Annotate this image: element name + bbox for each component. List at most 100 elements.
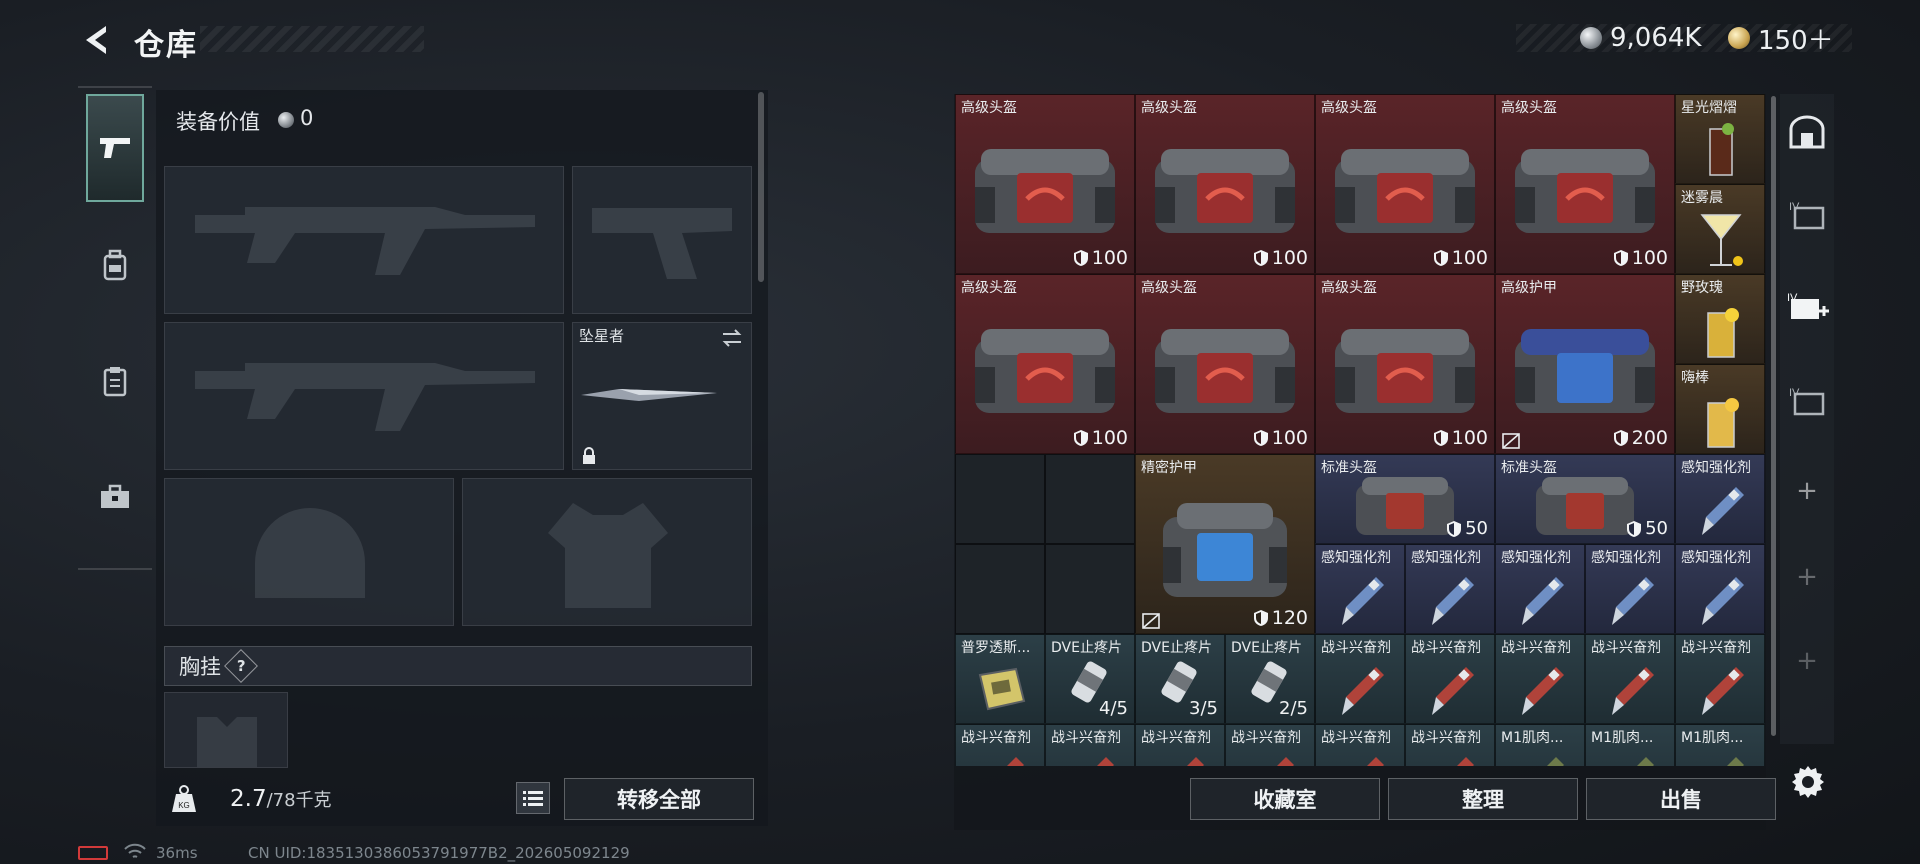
plus-icon[interactable]: + [1780,540,1834,614]
inventory-item[interactable]: 战斗兴奋剂 [1675,634,1765,724]
muscle-injector-icon [1637,757,1654,766]
nav-weapons[interactable] [86,94,144,202]
inventory-item[interactable]: 高级头盔 100 [1135,94,1315,274]
gear-icon[interactable] [1790,764,1826,800]
inventory-item[interactable]: 战斗兴奋剂 [955,724,1045,766]
organize-button[interactable]: 整理 [1388,778,1578,820]
plus-icon[interactable]: + [1780,624,1834,698]
injector-icon [1342,577,1384,625]
inventory-item[interactable]: 嗨棒 [1675,364,1765,454]
durability: 100 [1433,427,1488,449]
inventory-item[interactable]: 星光熠熠 [1675,94,1765,184]
equipment-scrollbar[interactable] [758,92,764,282]
inventory-item[interactable]: 战斗兴奋剂 [1315,634,1405,724]
gold-currency[interactable]: 150＋ [1728,24,1834,56]
inventory-item[interactable]: 高级头盔 100 [1315,274,1495,454]
inventory-item[interactable]: 感知强化剂 [1585,544,1675,634]
inventory-item[interactable]: 高级头盔 100 [1315,94,1495,274]
armor-slot[interactable] [462,478,752,626]
inventory-item[interactable]: 高级护甲 200 [1495,274,1675,454]
inventory-item[interactable]: 战斗兴奋剂 [1135,724,1225,766]
wifi-icon [124,843,146,858]
nav-toolbox[interactable] [86,468,144,526]
sidearm-slot[interactable] [572,166,752,314]
inventory-item[interactable]: 高级头盔 100 [1495,94,1675,274]
item-name: 感知强化剂 [1681,460,1751,476]
inventory-scrollbar[interactable] [1771,96,1776,736]
sell-button[interactable]: 出售 [1586,778,1776,820]
inventory-item[interactable]: 精密护甲 120 [1135,454,1315,634]
rail-container-4[interactable]: IV [1780,178,1834,252]
empty-slot[interactable] [955,544,1045,634]
inventory-item[interactable]: 战斗兴奋剂 [1495,634,1585,724]
inventory-item[interactable]: 标准头盔 50 [1315,454,1495,544]
helmet-case-icon [1356,477,1454,535]
inventory-item[interactable]: 战斗兴奋剂 [1585,634,1675,724]
inventory-item[interactable]: DVE止疼片 4/5 [1045,634,1135,724]
item-name: 战斗兴奋剂 [1591,640,1661,656]
helmet-case-icon [1155,149,1295,233]
injector-icon [1432,577,1474,625]
battery-icon [78,846,108,860]
inventory-item[interactable]: 战斗兴奋剂 [1225,724,1315,766]
inventory-item[interactable]: 迷雾晨 [1675,184,1765,274]
weight-readout: 2.7/78千克 [230,786,332,812]
nav-vest[interactable] [86,352,144,410]
inventory-item[interactable]: DVE止疼片 2/5 [1225,634,1315,724]
shield-icon [1073,250,1088,266]
injector-icon [1522,577,1564,625]
secondary-weapon-slot[interactable] [164,322,564,470]
inventory-item[interactable]: 普罗透斯... [955,634,1045,724]
silver-coin-icon [1580,27,1602,49]
item-name: 高级头盔 [961,100,1017,116]
inventory-item[interactable]: 战斗兴奋剂 [1405,634,1495,724]
item-name: 高级头盔 [961,280,1017,296]
chest-rig-slot[interactable] [164,692,288,768]
back-arrow-icon[interactable] [78,22,114,58]
rail-safe-box[interactable] [1780,96,1834,170]
durability: 100 [1433,247,1488,269]
inventory-item[interactable]: 战斗兴奋剂 [1405,724,1495,766]
inventory-item[interactable]: 感知强化剂 [1405,544,1495,634]
list-view-button[interactable] [516,782,550,814]
inventory-item[interactable]: M1肌肉... [1675,724,1765,766]
inventory-item[interactable]: 战斗兴奋剂 [1315,724,1405,766]
inventory-item[interactable]: 感知强化剂 [1495,544,1585,634]
no-insurance-icon [1142,613,1160,629]
inventory-item[interactable]: 高级头盔 100 [955,274,1135,454]
inventory-item[interactable]: 高级头盔 100 [955,94,1135,274]
item-name: M1肌肉... [1501,730,1564,746]
item-name: 战斗兴奋剂 [1501,640,1571,656]
shield-icon [1433,250,1448,266]
collection-room-button[interactable]: 收藏室 [1190,778,1380,820]
helmet-case-icon [975,329,1115,413]
transfer-all-button[interactable]: 转移全部 [564,778,754,820]
inventory-item[interactable]: 感知强化剂 [1675,454,1765,544]
empty-slot[interactable] [955,454,1045,544]
item-name: 高级头盔 [1141,100,1197,116]
inventory-item[interactable]: 感知强化剂 [1315,544,1405,634]
inventory-item[interactable]: 高级头盔 100 [1135,274,1315,454]
stim-injector-icon [1277,757,1294,766]
inventory-item[interactable]: DVE止疼片 3/5 [1135,634,1225,724]
inventory-item[interactable]: 标准头盔 50 [1495,454,1675,544]
rail-container-add[interactable]: IV [1780,270,1834,344]
list-icon [523,791,543,806]
plus-icon[interactable]: + [1780,454,1834,528]
inventory-item[interactable]: 野玫瑰 [1675,274,1765,364]
nav-backpack[interactable] [86,236,144,294]
melee-slot[interactable]: 坠星者 [572,322,752,470]
rail-container-4b[interactable]: IV [1780,364,1834,438]
swap-icon[interactable] [721,329,743,347]
primary-weapon-slot[interactable] [164,166,564,314]
shield-icon [1627,520,1642,537]
empty-slot[interactable] [1045,544,1135,634]
inventory-item[interactable]: M1肌肉... [1495,724,1585,766]
chest-help-icon[interactable]: ? [224,649,258,683]
inventory-item[interactable]: M1肌肉... [1585,724,1675,766]
helmet-slot[interactable] [164,478,454,626]
item-name: 感知强化剂 [1321,550,1391,566]
inventory-item[interactable]: 战斗兴奋剂 [1045,724,1135,766]
empty-slot[interactable] [1045,454,1135,544]
inventory-item[interactable]: 感知强化剂 [1675,544,1765,634]
